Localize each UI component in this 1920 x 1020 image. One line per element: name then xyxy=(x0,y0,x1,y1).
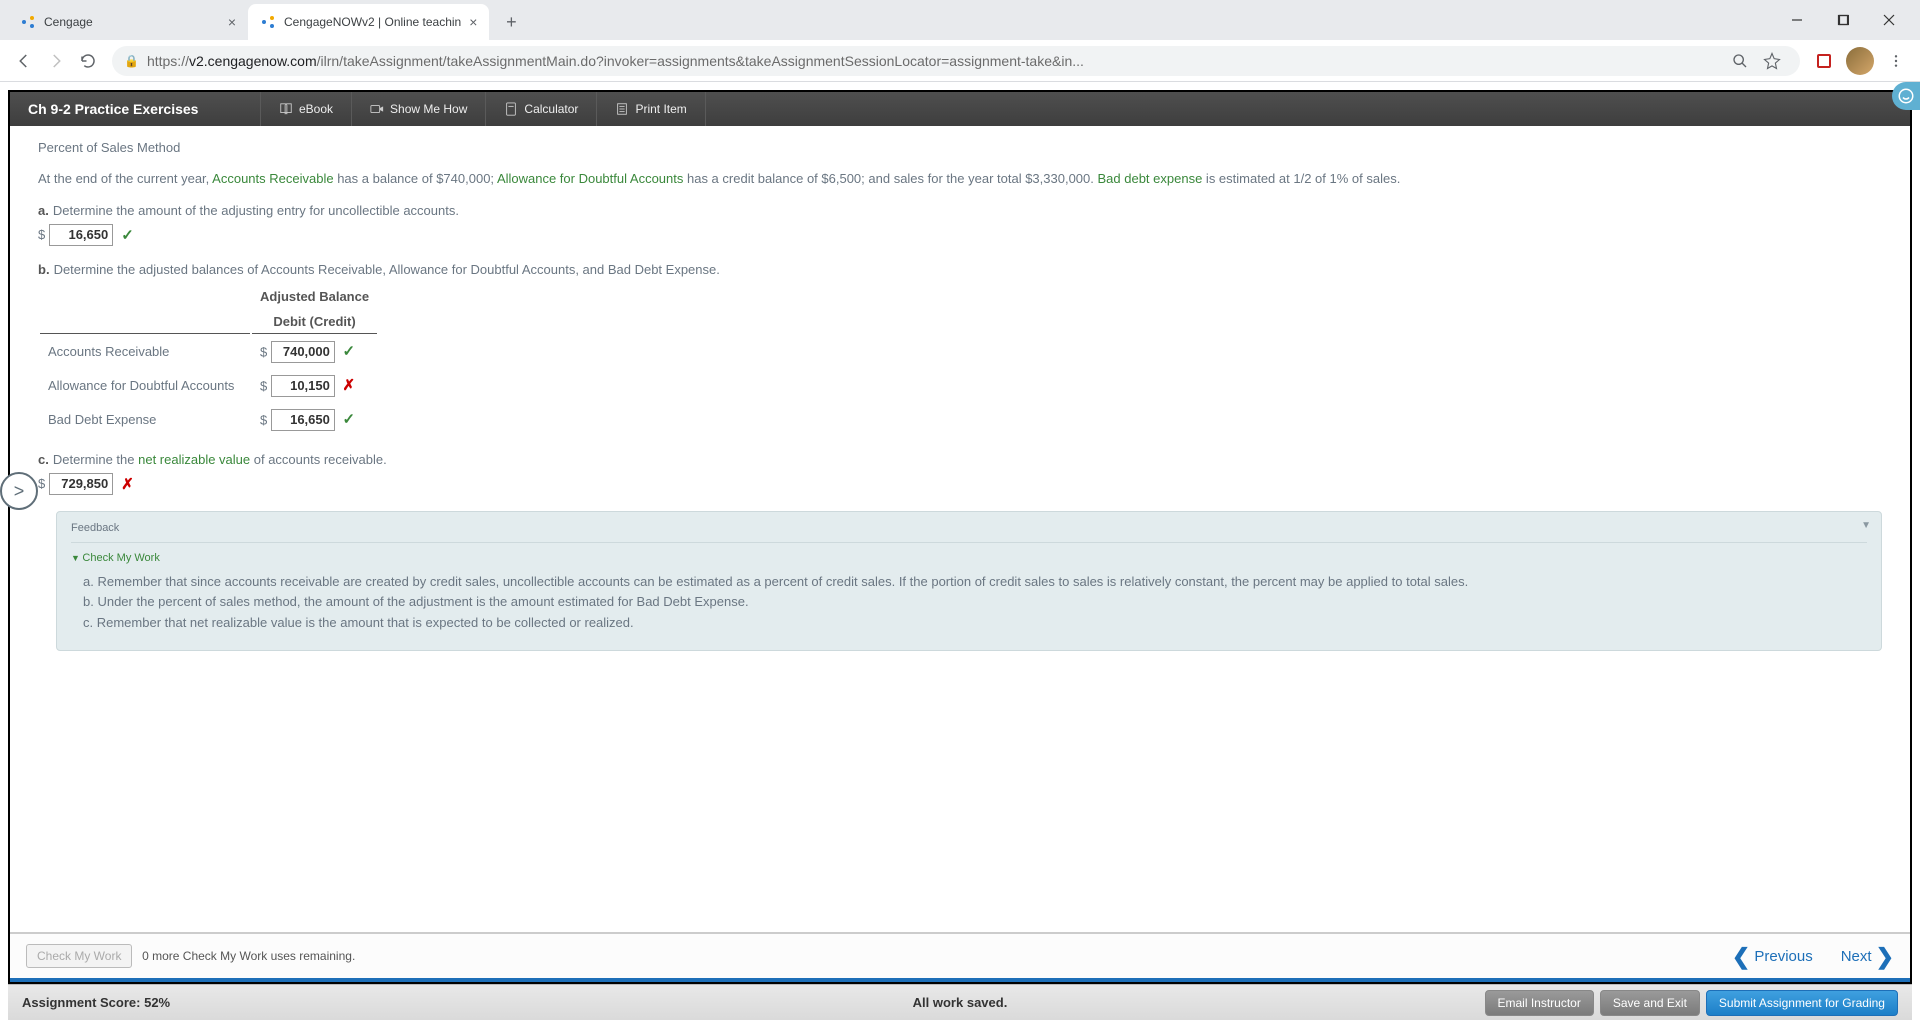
currency-symbol: $ xyxy=(38,227,45,242)
collapse-icon[interactable]: ▼ xyxy=(1861,520,1871,531)
table-subheader: Debit (Credit) xyxy=(252,310,377,334)
reload-button[interactable] xyxy=(72,45,104,77)
table-row: Accounts Receivable $ ✓ xyxy=(40,336,377,368)
x-icon: ✗ xyxy=(342,377,355,394)
table-row: Bad Debt Expense $ ✓ xyxy=(40,404,377,436)
bad-debt-balance-input[interactable] xyxy=(271,409,335,431)
ar-balance-input[interactable] xyxy=(271,341,335,363)
next-button[interactable]: Next❯ xyxy=(1841,948,1894,965)
lock-icon: 🔒 xyxy=(124,54,139,68)
table-header: Adjusted Balance xyxy=(252,285,377,308)
submit-assignment-button[interactable]: Submit Assignment for Grading xyxy=(1706,990,1898,1016)
drawer-expand-button[interactable]: > xyxy=(0,472,38,510)
zoom-icon[interactable] xyxy=(1724,45,1756,77)
extension-icon[interactable] xyxy=(1808,45,1840,77)
close-icon[interactable]: × xyxy=(228,14,236,30)
profile-avatar[interactable] xyxy=(1846,47,1874,75)
cengage-favicon xyxy=(20,14,36,30)
print-icon xyxy=(615,102,629,116)
email-instructor-button[interactable]: Email Instructor xyxy=(1485,990,1594,1016)
cengage-favicon xyxy=(260,14,276,30)
answer-a-input[interactable] xyxy=(49,224,113,246)
tab-title: CengageNOWv2 | Online teachin xyxy=(284,15,461,29)
browser-tab[interactable]: Cengage × xyxy=(8,4,248,40)
assignment-title: Ch 9-2 Practice Exercises xyxy=(10,92,260,126)
save-and-exit-button[interactable]: Save and Exit xyxy=(1600,990,1700,1016)
calculator-button[interactable]: Calculator xyxy=(485,92,596,126)
allowance-balance-input[interactable] xyxy=(271,375,335,397)
star-icon[interactable] xyxy=(1756,45,1788,77)
ebook-button[interactable]: eBook xyxy=(260,92,351,126)
question-b: b.Determine the adjusted balances of Acc… xyxy=(38,262,1882,277)
feedback-item: c. Remember that net realizable value is… xyxy=(83,613,1867,634)
check-icon: ✓ xyxy=(342,411,355,428)
check-icon: ✓ xyxy=(121,226,134,244)
question-a: a.Determine the amount of the adjusting … xyxy=(38,203,1882,218)
check-my-work-link[interactable]: Check My Work xyxy=(71,552,160,564)
forward-button[interactable] xyxy=(40,45,72,77)
tab-title: Cengage xyxy=(44,15,220,29)
video-icon xyxy=(370,102,384,116)
feedback-item: b. Under the percent of sales method, th… xyxy=(83,592,1867,613)
browser-tab-active[interactable]: CengageNOWv2 | Online teachin × xyxy=(248,4,489,40)
book-icon xyxy=(279,102,293,116)
help-button[interactable] xyxy=(1892,82,1920,110)
address-bar[interactable]: 🔒 https://v2.cengagenow.com/ilrn/takeAss… xyxy=(112,46,1800,76)
print-item-button[interactable]: Print Item xyxy=(596,92,705,126)
currency-symbol: $ xyxy=(38,476,45,491)
method-title: Percent of Sales Method xyxy=(38,140,1882,155)
previous-button[interactable]: ❮Previous xyxy=(1732,948,1813,965)
answer-c-input[interactable] xyxy=(49,473,113,495)
calculator-icon xyxy=(504,102,518,116)
save-status: All work saved. xyxy=(647,995,1272,1010)
minimize-button[interactable] xyxy=(1774,0,1820,40)
check-icon: ✓ xyxy=(342,343,355,360)
back-button[interactable] xyxy=(8,45,40,77)
show-me-how-button[interactable]: Show Me How xyxy=(351,92,485,126)
url-text: https://v2.cengagenow.com/ilrn/takeAssig… xyxy=(147,53,1724,69)
feedback-panel: ▼ Feedback Check My Work a. Remember tha… xyxy=(56,511,1882,651)
question-c: c.Determine the net realizable value of … xyxy=(38,452,1882,467)
feedback-item: a. Remember that since accounts receivab… xyxy=(83,572,1867,593)
maximize-button[interactable] xyxy=(1820,0,1866,40)
problem-statement: At the end of the current year, Accounts… xyxy=(38,169,1882,189)
new-tab-button[interactable]: + xyxy=(497,8,525,36)
assignment-score: Assignment Score: 52% xyxy=(22,995,647,1010)
table-row: Allowance for Doubtful Accounts $ ✗ xyxy=(40,370,377,402)
close-icon[interactable]: × xyxy=(469,14,477,30)
feedback-title: Feedback xyxy=(71,522,1867,543)
window-close-button[interactable] xyxy=(1866,0,1912,40)
menu-icon[interactable] xyxy=(1880,45,1912,77)
check-my-work-button[interactable]: Check My Work xyxy=(26,944,132,968)
cmw-remaining-text: 0 more Check My Work uses remaining. xyxy=(142,949,355,963)
x-icon: ✗ xyxy=(121,475,134,493)
balance-table: Adjusted Balance Debit (Credit) Accounts… xyxy=(38,283,379,438)
